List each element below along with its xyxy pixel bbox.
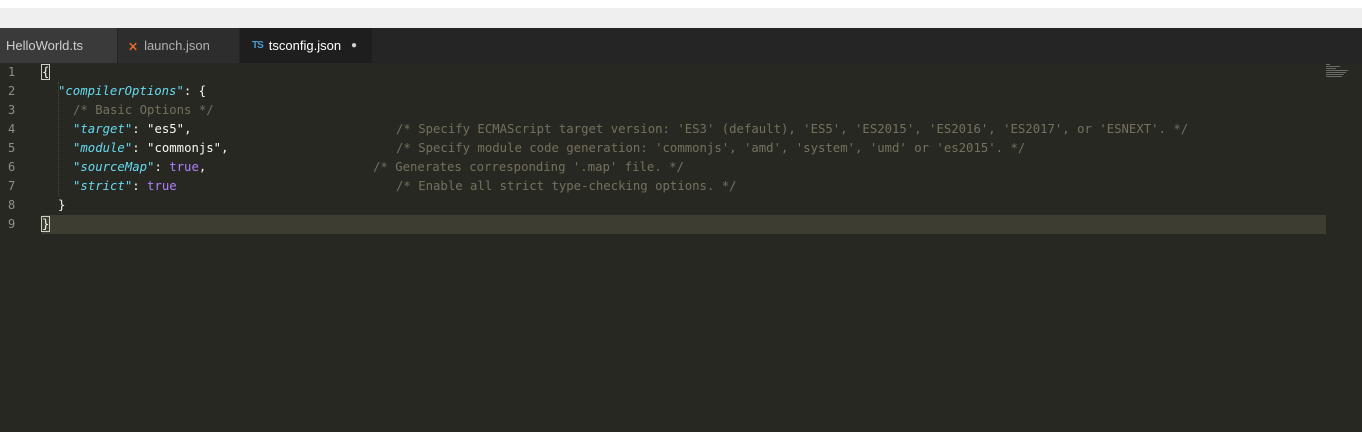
punctuation: ,	[184, 122, 192, 136]
json-key: "strict"	[73, 179, 133, 193]
line-number: 4	[8, 122, 16, 136]
json-value: "es5"	[147, 122, 185, 136]
window-top-edge	[0, 0, 1362, 8]
comment: /* Basic Options */	[73, 103, 214, 117]
tab-label: tsconfig.json	[268, 38, 342, 53]
code-area[interactable]: { "compilerOptions": { /* Basic Options …	[40, 63, 1326, 432]
unsaved-dot-icon[interactable]: ●	[351, 40, 357, 51]
punctuation: :	[154, 160, 170, 174]
line-number: 1	[8, 65, 16, 79]
code-line-3: /* Basic Options */	[73, 101, 214, 120]
tab-tsconfig-json[interactable]: TS tsconfig.json ●	[240, 28, 373, 63]
line-number: 9	[8, 217, 16, 231]
comment: /* Specify ECMAScript target version: 'E…	[396, 122, 1189, 136]
json-key: "module"	[73, 141, 133, 155]
code-line-9: }	[40, 215, 51, 234]
code-editor[interactable]: 1 2 3 4 5 6 7 8 9 { "compilerOptions": {…	[0, 63, 1362, 432]
close-brace: }	[40, 216, 51, 232]
minimap[interactable]	[1326, 63, 1350, 83]
line-number: 3	[8, 103, 16, 117]
tab-label: launch.json	[144, 38, 210, 53]
line-number: 2	[8, 84, 16, 98]
comment: /* Specify module code generation: 'comm…	[396, 141, 1026, 155]
comment: /* Generates corresponding '.map' file. …	[373, 160, 684, 174]
vscode-icon: ⨯	[128, 38, 139, 53]
line-number-gutter: 1 2 3 4 5 6 7 8 9	[0, 63, 34, 432]
code-line-1: {	[40, 63, 51, 82]
code-line-4: "target": "es5",	[73, 120, 191, 139]
code-line-7: "strict": true	[73, 177, 177, 196]
code-line-4-comment: /* Specify ECMAScript target version: 'E…	[396, 120, 1188, 139]
line-number: 7	[8, 179, 16, 193]
code-line-6-comment: /* Generates corresponding '.map' file. …	[373, 158, 684, 177]
json-value: true	[147, 179, 177, 193]
code-line-8: }	[58, 196, 65, 215]
code-line-5-comment: /* Specify module code generation: 'comm…	[396, 139, 1025, 158]
close-brace: }	[58, 198, 66, 212]
punctuation: ,	[198, 160, 207, 174]
tab-label: HelloWorld.ts	[6, 38, 84, 53]
json-value: true	[169, 160, 199, 174]
code-line-7-comment: /* Enable all strict type-checking optio…	[396, 177, 737, 196]
punctuation: :	[132, 141, 148, 155]
punctuation: : {	[183, 84, 207, 98]
comment: /* Enable all strict type-checking optio…	[396, 179, 737, 193]
open-brace: {	[40, 64, 51, 80]
code-line-6: "sourceMap": true,	[73, 158, 206, 177]
code-line-5: "module": "commonjs",	[73, 139, 229, 158]
tab-launch-json[interactable]: ⨯ launch.json	[118, 28, 240, 63]
typescript-icon: TS	[252, 40, 264, 51]
tab-helloworld-ts[interactable]: HelloWorld.ts	[0, 28, 118, 63]
json-key: "compilerOptions"	[58, 84, 184, 98]
punctuation: ,	[221, 141, 229, 155]
title-strip	[0, 8, 1362, 28]
punctuation: :	[132, 122, 148, 136]
line-number: 8	[8, 198, 16, 212]
json-key: "sourceMap"	[73, 160, 155, 174]
punctuation: :	[132, 179, 148, 193]
json-key: "target"	[73, 122, 133, 136]
json-value: "commonjs"	[147, 141, 222, 155]
line-number: 5	[8, 141, 16, 155]
code-line-2: "compilerOptions": {	[58, 82, 206, 101]
line-number: 6	[8, 160, 16, 174]
editor-tab-bar: HelloWorld.ts ⨯ launch.json TS tsconfig.…	[0, 28, 1362, 63]
